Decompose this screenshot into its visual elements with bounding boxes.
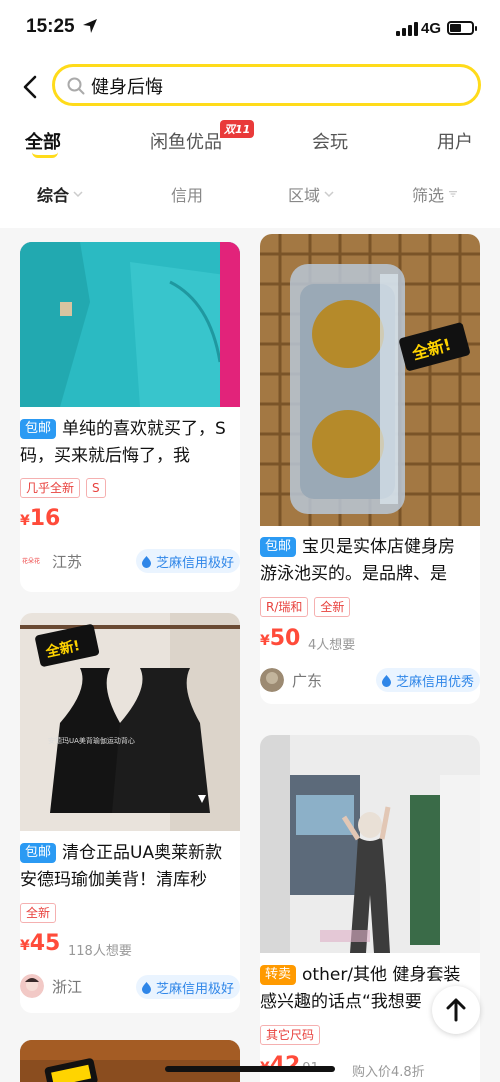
home-indicator	[165, 1066, 335, 1072]
item-card[interactable]	[20, 1040, 240, 1082]
svg-text:花朵花: 花朵花	[22, 557, 40, 565]
price-value: 16	[29, 506, 61, 531]
tab-all[interactable]: 全部	[25, 128, 61, 154]
item-image	[20, 1040, 240, 1082]
wants-count: 4人想要	[308, 638, 356, 653]
item-title: 包邮 清仓正品UA奥莱新款安德玛瑜伽美背！清库秒	[20, 840, 240, 894]
price-value: 50	[269, 626, 301, 651]
size-chip: S	[86, 478, 106, 498]
tab-fun[interactable]: 会玩	[312, 128, 348, 154]
condition-chip: 全新	[20, 903, 57, 923]
filter-region-label: 区域	[288, 186, 321, 205]
item-chips: R/瑞和 全新	[260, 597, 351, 617]
credit-label: 芝麻信用极好	[155, 981, 234, 997]
item-title: 包邮 宝贝是实体店健身房游泳池买的。是品牌、是	[260, 534, 480, 588]
avatar	[20, 974, 44, 998]
item-image	[20, 242, 240, 407]
battery-icon	[447, 21, 477, 35]
sesame-credit-icon	[141, 981, 151, 994]
avatar: 花朵花	[20, 549, 44, 573]
sesame-credit-icon	[141, 555, 151, 568]
resale-tag: 转卖	[260, 965, 297, 985]
filter-screen-label: 筛选	[412, 186, 445, 205]
seller-info[interactable]: 花朵花 江苏	[20, 547, 82, 575]
credit-label: 芝麻信用极好	[155, 555, 234, 571]
seller-info[interactable]: 广东	[260, 666, 322, 694]
credit-label: 芝麻信用优秀	[395, 674, 474, 690]
item-price: ¥45	[20, 931, 60, 956]
purchase-discount: 购入价4.8折	[352, 1065, 425, 1080]
item-price: ¥16	[20, 506, 60, 531]
avatar	[260, 668, 284, 692]
filter-icon	[449, 191, 458, 197]
item-image: 安德玛UA美背瑜伽运动背心 全新!	[20, 613, 240, 831]
chevron-down-icon	[73, 191, 83, 198]
item-image: 全新!	[260, 234, 480, 526]
search-bar[interactable]	[52, 64, 481, 106]
filter-sort-label: 综合	[37, 186, 70, 205]
price-symbol: ¥	[20, 938, 30, 954]
search-icon	[67, 77, 85, 95]
back-icon[interactable]	[18, 74, 44, 100]
tab-xianyu-picks[interactable]: 闲鱼优品	[150, 128, 222, 154]
wants-count: 118人想要	[68, 944, 132, 959]
item-chips: 全新	[20, 903, 57, 923]
filter-sort[interactable]: 综合	[37, 182, 83, 206]
filter-credit-label: 信用	[171, 186, 204, 205]
condition-chip: 几乎全新	[20, 478, 81, 498]
condition-chip: 全新	[314, 597, 351, 617]
seller-region: 广东	[292, 671, 323, 690]
free-shipping-tag: 包邮	[20, 843, 57, 863]
price-symbol: ¥	[20, 513, 30, 529]
filter-region[interactable]: 区域	[288, 182, 334, 206]
filter-screen[interactable]: 筛选	[412, 182, 458, 206]
signal-icon	[396, 22, 418, 36]
tab-users[interactable]: 用户	[437, 128, 473, 154]
credit-badge: 芝麻信用优秀	[375, 668, 480, 692]
credit-badge: 芝麻信用极好	[135, 549, 240, 573]
item-chips: 其它尺码	[260, 1025, 321, 1045]
filter-bar: 综合 信用 区域 筛选	[0, 182, 500, 212]
seller-info[interactable]: 浙江	[20, 972, 82, 1000]
seller-region: 浙江	[52, 977, 83, 996]
item-chips: 几乎全新 S	[20, 478, 106, 498]
back-to-top-button[interactable]	[432, 986, 480, 1034]
price-value: 45	[29, 931, 61, 956]
status-time: 15:25	[26, 16, 75, 37]
item-title: 包邮 单纯的喜欢就买了，S码，买来就后悔了，我	[20, 416, 240, 470]
item-image	[260, 735, 480, 953]
seller-region: 江苏	[52, 552, 83, 571]
active-tab-indicator	[32, 152, 58, 158]
location-arrow-icon	[83, 19, 97, 33]
double11-badge: 双11	[220, 120, 255, 138]
search-input[interactable]	[91, 73, 451, 99]
network-type: 4G	[421, 20, 442, 37]
item-price: ¥50	[260, 626, 300, 651]
item-card[interactable]: 全新! 包邮 宝贝是实体店健身房游泳池买的。是品牌、是 R/瑞和 全新 ¥50 4…	[260, 234, 480, 704]
free-shipping-tag: 包邮	[260, 537, 297, 557]
item-card[interactable]: 安德玛UA美背瑜伽运动背心 全新! 包邮 清仓正品UA奥莱新款安德玛瑜伽美背！清库…	[20, 613, 240, 1013]
search-header: 全部 闲鱼优品 会玩 用户 双11 综合 信用 区域 筛选	[0, 58, 500, 228]
price-symbol: ¥	[260, 633, 270, 649]
size-chip: 其它尺码	[260, 1025, 321, 1045]
credit-badge: 芝麻信用极好	[135, 975, 240, 999]
svg-text:安德玛UA美背瑜伽运动背心: 安德玛UA美背瑜伽运动背心	[48, 736, 135, 745]
status-bar: 15:25 4G	[0, 0, 500, 58]
item-card[interactable]: 包邮 单纯的喜欢就买了，S码，买来就后悔了，我 几乎全新 S ¥16 花朵花 江苏…	[20, 242, 240, 592]
free-shipping-tag: 包邮	[20, 419, 57, 439]
sesame-credit-icon	[381, 674, 391, 687]
chevron-down-icon	[324, 191, 334, 198]
search-results-screen: 15:25 4G 全部 闲鱼优品 会玩 用户 双11 综合 信用	[0, 0, 500, 1082]
brand-chip: R/瑞和	[260, 597, 309, 617]
filter-credit[interactable]: 信用	[171, 182, 203, 206]
arrow-up-icon	[446, 998, 466, 1022]
